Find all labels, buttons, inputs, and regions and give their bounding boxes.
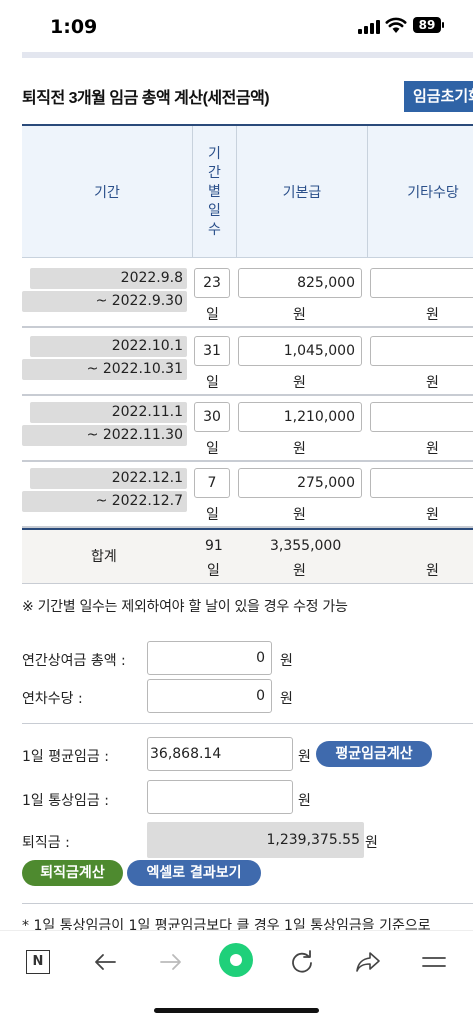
header-other-allowance: 기타수당 — [407, 185, 459, 201]
battery-icon: 89 — [413, 17, 444, 33]
unit-won: 원 — [280, 691, 293, 707]
unit-won: 원 — [293, 563, 306, 579]
menu-icon[interactable] — [414, 945, 454, 979]
other-allowance-input[interactable] — [370, 402, 473, 432]
table-header: 기간 기간별일수 기본급 기타수당 — [22, 124, 473, 258]
status-bar: 1:09 89 — [0, 0, 473, 52]
unit-won: 원 — [426, 507, 439, 523]
period-end: ~ 2022.10.31 — [22, 359, 187, 380]
annual-leave-label: 연차수당 : — [22, 691, 83, 707]
unit-won: 원 — [426, 375, 439, 391]
reset-wage-button[interactable]: 임금초기화 — [404, 81, 473, 112]
other-allowance-input[interactable] — [370, 268, 473, 298]
avg-wage-input[interactable]: 36,868.14 — [147, 737, 293, 771]
unit-won: 원 — [426, 307, 439, 323]
unit-day: 일 — [206, 375, 219, 391]
unit-won: 원 — [293, 375, 306, 391]
home-indicator — [154, 1008, 319, 1013]
period-start: 2022.11.1 — [30, 402, 187, 423]
divider — [22, 903, 473, 904]
unit-won: 원 — [365, 835, 378, 851]
period-start: 2022.12.1 — [30, 468, 187, 489]
basic-pay-input[interactable]: 275,000 — [238, 468, 362, 498]
unit-day: 일 — [206, 441, 219, 457]
forward-arrow-icon[interactable] — [151, 945, 191, 979]
days-input[interactable]: 7 — [194, 468, 230, 498]
signal-icon — [358, 20, 380, 34]
severance-calc-button[interactable]: 퇴직금계산 — [22, 860, 123, 886]
divider — [22, 723, 473, 724]
bonus-label: 연간상여금 총액 : — [22, 653, 126, 669]
naver-n-label: N — [26, 950, 50, 974]
page-title: 퇴직전 3개월 임금 총액 계산(세전금액) — [22, 90, 270, 107]
refresh-icon[interactable] — [282, 945, 322, 979]
unit-won: 원 — [293, 507, 306, 523]
header-basic-pay: 기본급 — [237, 126, 368, 258]
table-row: 2022.12.1 ~ 2022.12.7 7 275,000 일 원 원 — [22, 460, 473, 528]
header-days: 기간별일수 — [193, 126, 237, 258]
sum-label: 합계 — [91, 549, 117, 565]
unit-day: 일 — [207, 563, 220, 579]
sum-basic-pay: 3,355,000 — [270, 538, 342, 554]
ordinary-wage-input[interactable] — [147, 780, 293, 814]
table-row: 2022.11.1 ~ 2022.11.30 30 1,210,000 일 원 … — [22, 394, 473, 462]
period-end: ~ 2022.9.30 — [22, 291, 187, 312]
days-input[interactable]: 23 — [194, 268, 230, 298]
table-row: 2022.10.1 ~ 2022.10.31 31 1,045,000 일 원 … — [22, 328, 473, 396]
annual-leave-input[interactable]: 0 — [147, 679, 272, 713]
naver-home-icon[interactable]: N — [18, 945, 58, 979]
unit-day: 일 — [206, 307, 219, 323]
period-end: ~ 2022.12.7 — [22, 491, 187, 512]
basic-pay-input[interactable]: 1,045,000 — [238, 336, 362, 366]
excel-result-button[interactable]: 엑셀로 결과보기 — [127, 860, 261, 886]
severance-label: 퇴직금 : — [22, 835, 70, 851]
unit-won: 원 — [298, 793, 311, 809]
basic-pay-input[interactable]: 825,000 — [238, 268, 362, 298]
severance-output: 1,239,375.55 — [147, 822, 364, 858]
avg-wage-calc-button[interactable]: 평균임금계산 — [316, 741, 432, 767]
table-sum-row: 합계 91 일 3,355,000 원 원 — [22, 528, 473, 584]
unit-won: 원 — [293, 307, 306, 323]
period-start: 2022.10.1 — [30, 336, 187, 357]
ordinary-wage-label: 1일 통상임금 : — [22, 793, 109, 809]
unit-won: 원 — [293, 441, 306, 457]
unit-won: 원 — [426, 441, 439, 457]
other-allowance-input[interactable] — [370, 336, 473, 366]
unit-won: 원 — [280, 653, 293, 669]
share-icon[interactable] — [348, 945, 388, 979]
wifi-icon — [385, 17, 407, 33]
basic-pay-input[interactable]: 1,210,000 — [238, 402, 362, 432]
other-allowance-input[interactable] — [370, 468, 473, 498]
table-row: 2022.9.8 ~ 2022.9.30 23 825,000 일 원 원 — [22, 260, 473, 328]
unit-won: 원 — [426, 563, 439, 579]
header-period: 기간 — [22, 126, 193, 258]
period-end: ~ 2022.11.30 — [22, 425, 187, 446]
period-start: 2022.9.8 — [30, 268, 187, 289]
days-input[interactable]: 31 — [194, 336, 230, 366]
note-text: ※ 기간별 일수는 제외하여야 할 날이 있을 경우 수정 가능 — [22, 599, 348, 615]
back-arrow-icon[interactable] — [85, 945, 125, 979]
days-input[interactable]: 30 — [194, 402, 230, 432]
status-time: 1:09 — [50, 16, 98, 38]
bonus-input[interactable]: 0 — [147, 641, 272, 675]
unit-day: 일 — [206, 507, 219, 523]
avg-wage-label: 1일 평균임금 : — [22, 749, 109, 765]
top-divider — [22, 52, 473, 58]
green-dot-icon[interactable] — [216, 943, 256, 977]
sum-days: 91 — [205, 538, 223, 554]
unit-won: 원 — [298, 749, 311, 765]
